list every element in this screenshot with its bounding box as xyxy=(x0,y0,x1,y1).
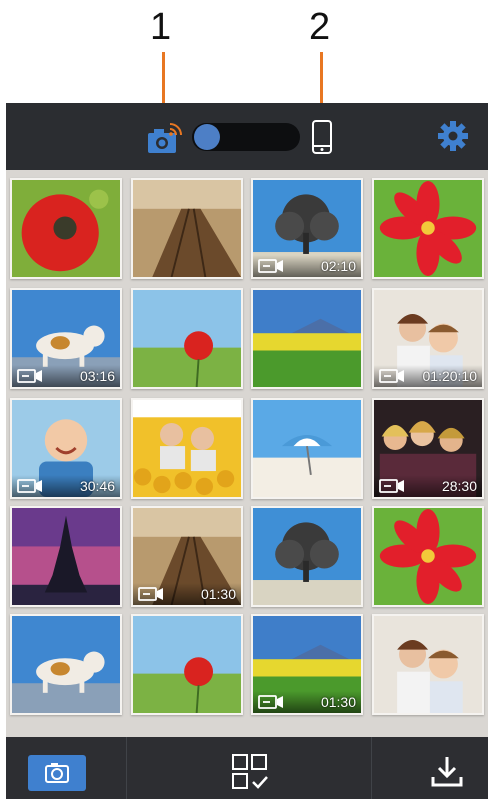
thumbnail-image xyxy=(253,508,361,605)
thumbnail-image xyxy=(133,180,241,277)
video-badge: 03:16 xyxy=(12,365,120,387)
video-camera-icon xyxy=(258,259,283,273)
thumbnail-meadow-mountain[interactable] xyxy=(251,288,363,389)
camera-phone-toggle[interactable] xyxy=(192,123,300,151)
video-camera-icon xyxy=(379,369,404,383)
divider xyxy=(371,737,372,799)
video-duration: 03:16 xyxy=(79,368,115,384)
video-camera-icon xyxy=(258,695,283,709)
thumbnail-children[interactable] xyxy=(372,614,484,715)
download-icon[interactable] xyxy=(429,753,465,789)
thumbnail-poppy-field[interactable] xyxy=(131,614,243,715)
video-badge: 01:20:10 xyxy=(374,365,482,387)
grid-select-icon[interactable] xyxy=(231,753,269,791)
thumbnail-image xyxy=(253,400,361,497)
thumbnail-image xyxy=(374,508,482,605)
video-badge: 01:30 xyxy=(133,583,241,605)
video-camera-icon xyxy=(138,587,163,601)
video-camera-icon xyxy=(379,479,404,493)
thumbnail-image xyxy=(374,616,482,713)
bottom-bar xyxy=(6,737,488,799)
thumbnail-children[interactable]: 01:20:10 xyxy=(372,288,484,389)
thumbnail-beach-umbrella[interactable] xyxy=(251,398,363,499)
thumbnail-poppy-field[interactable] xyxy=(131,288,243,389)
video-duration: 01:30 xyxy=(320,694,356,710)
thumbnail-puppy[interactable] xyxy=(10,614,122,715)
thumbnail-poppy-flower[interactable] xyxy=(10,178,122,279)
video-badge: 30:46 xyxy=(12,475,120,497)
thumbnail-image xyxy=(133,400,241,497)
video-duration: 02:10 xyxy=(320,258,356,274)
thumbnail-image xyxy=(374,180,482,277)
video-badge: 01:30 xyxy=(253,691,361,713)
video-camera-icon xyxy=(17,369,42,383)
thumbnail-tree[interactable]: 02:10 xyxy=(251,178,363,279)
smartphone-icon[interactable] xyxy=(311,120,333,154)
thumbnail-image xyxy=(253,290,361,387)
callout-2: 2 xyxy=(309,6,331,48)
thumbnail-puppy[interactable]: 03:16 xyxy=(10,288,122,389)
video-camera-icon xyxy=(17,479,42,493)
video-duration: 01:30 xyxy=(200,586,236,602)
video-badge: 28:30 xyxy=(374,475,482,497)
thumbnail-image xyxy=(12,180,120,277)
app-screen: 02:10 03:16 01:20:10 30:46 28:30 01:30 01:30 xyxy=(6,103,488,799)
toggle-knob xyxy=(194,124,220,150)
top-bar xyxy=(6,103,488,170)
thumbnail-eiffel-tower[interactable] xyxy=(10,506,122,607)
camera-icon xyxy=(45,763,69,783)
camera-button[interactable] xyxy=(28,755,86,791)
thumbnail-wooden-pier[interactable] xyxy=(131,178,243,279)
thumbnail-tree[interactable] xyxy=(251,506,363,607)
thumbnail-red-flower[interactable] xyxy=(372,178,484,279)
video-duration: 28:30 xyxy=(441,478,477,494)
thumbnail-image xyxy=(133,290,241,387)
callout-1: 1 xyxy=(150,6,172,48)
thumbnail-red-flower[interactable] xyxy=(372,506,484,607)
gear-icon[interactable] xyxy=(437,120,469,152)
thumbnail-women-group[interactable]: 28:30 xyxy=(372,398,484,499)
video-duration: 30:46 xyxy=(79,478,115,494)
wireless-camera-icon[interactable] xyxy=(146,121,182,155)
thumbnail-image xyxy=(133,616,241,713)
divider xyxy=(126,737,127,799)
thumbnail-image xyxy=(12,616,120,713)
thumbnail-wooden-pier[interactable]: 01:30 xyxy=(131,506,243,607)
video-badge: 02:10 xyxy=(253,255,361,277)
thumbnail-meadow-mountain[interactable]: 01:30 xyxy=(251,614,363,715)
video-duration: 01:20:10 xyxy=(422,368,478,384)
thumbnail-couple-sunflowers[interactable] xyxy=(131,398,243,499)
thumbnail-baby[interactable]: 30:46 xyxy=(10,398,122,499)
thumbnail-image xyxy=(12,508,120,605)
